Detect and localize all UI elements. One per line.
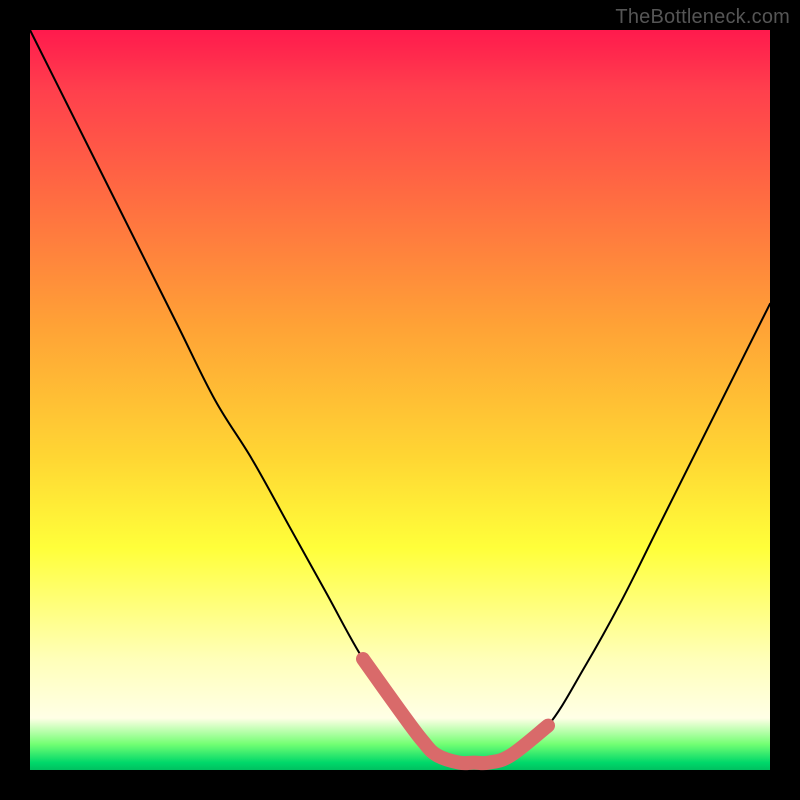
outer-frame: TheBottleneck.com — [0, 0, 800, 800]
watermark-text: TheBottleneck.com — [615, 6, 790, 29]
highlight-path — [363, 659, 548, 763]
bottleneck-curve — [30, 30, 770, 763]
highlight-segment — [363, 659, 548, 763]
curve-layer — [30, 30, 770, 770]
curve-path — [30, 30, 770, 763]
